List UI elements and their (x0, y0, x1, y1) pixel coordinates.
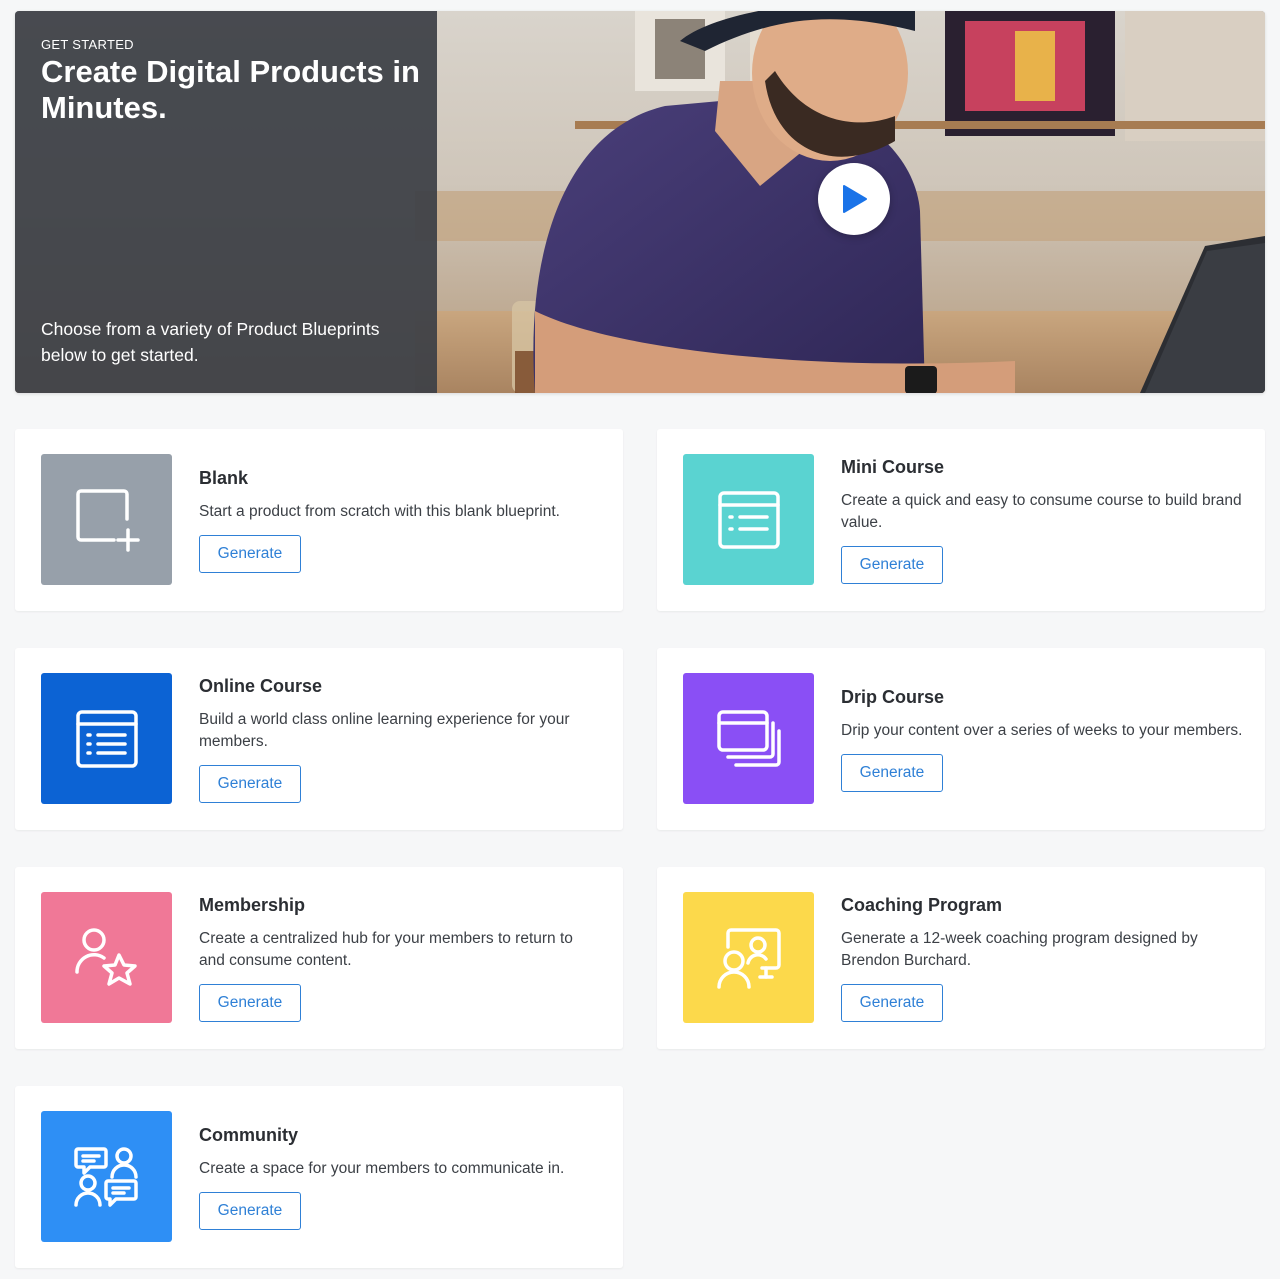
play-button[interactable] (818, 163, 890, 235)
card-description: Start a product from scratch with this b… (199, 503, 560, 520)
generate-button-drip-course[interactable]: Generate (841, 754, 943, 792)
blank-square-plus-icon (75, 488, 140, 552)
blueprint-icon-tile (683, 454, 814, 585)
blueprint-icon-tile (683, 892, 814, 1023)
card-title: Blank (199, 468, 249, 488)
card-body: Blank Start a product from scratch with … (199, 429, 603, 611)
generate-button-membership[interactable]: Generate (199, 984, 301, 1022)
generate-button-community[interactable]: Generate (199, 1192, 301, 1230)
card-body: Online Course Build a world class online… (199, 648, 603, 830)
hero-description: Choose from a variety of Product Bluepri… (41, 319, 380, 365)
stacked-windows-icon (716, 709, 781, 767)
blueprint-icon-tile (41, 1111, 172, 1242)
card-body: Mini Course Create a quick and easy to c… (841, 429, 1245, 611)
generate-button-blank[interactable]: Generate (199, 535, 301, 573)
card-body: Membership Create a centralized hub for … (199, 867, 603, 1049)
generate-button-coaching-program[interactable]: Generate (841, 984, 943, 1022)
card-description: Build a world class online learning expe… (199, 711, 570, 750)
blueprint-icon-tile (41, 454, 172, 585)
generate-button-online-course[interactable]: Generate (199, 765, 301, 803)
card-title: Online Course (199, 676, 323, 696)
card-description: Create a centralized hub for your member… (199, 930, 573, 969)
card-description: Create a quick and easy to consume cours… (841, 492, 1242, 531)
blueprint-card-community: Community Create a space for your member… (15, 1086, 623, 1268)
presenter-screen-icon (716, 927, 781, 989)
blueprint-card-coaching-program: Coaching Program Generate a 12-week coac… (657, 867, 1265, 1049)
card-title: Community (199, 1125, 298, 1145)
generate-button-mini-course[interactable]: Generate (841, 546, 943, 584)
card-description: Create a space for your members to commu… (199, 1160, 565, 1177)
blueprint-icon-tile (41, 673, 172, 804)
blueprint-card-mini-course: Mini Course Create a quick and easy to c… (657, 429, 1265, 611)
blueprint-icon-tile (683, 673, 814, 804)
users-chat-icon (73, 1146, 138, 1207)
card-body: Community Create a space for your member… (199, 1086, 603, 1268)
blueprint-card-drip-course: Drip Course Drip your content over a ser… (657, 648, 1265, 830)
card-description: Generate a 12-week coaching program desi… (841, 930, 1198, 969)
blueprint-card-blank: Blank Start a product from scratch with … (15, 429, 623, 611)
card-description: Drip your content over a series of weeks… (841, 722, 1243, 739)
blueprint-card-online-course: Online Course Build a world class online… (15, 648, 623, 830)
blueprint-card-membership: Membership Create a centralized hub for … (15, 867, 623, 1049)
hero-text-panel: GET STARTED Create Digital Products in M… (15, 11, 437, 393)
list-window-icon (717, 490, 780, 549)
play-icon (843, 185, 867, 213)
card-body: Drip Course Drip your content over a ser… (841, 648, 1245, 830)
blueprint-icon-tile (41, 892, 172, 1023)
card-body: Coaching Program Generate a 12-week coac… (841, 867, 1245, 1049)
hero-title: Create Digital Products in Minutes. (41, 54, 420, 125)
hero-banner: GET STARTED Create Digital Products in M… (15, 11, 1265, 393)
card-title: Membership (199, 895, 306, 915)
list-window-icon (75, 709, 138, 768)
card-title: Mini Course (841, 457, 945, 477)
user-star-icon (74, 927, 137, 986)
card-title: Coaching Program (841, 895, 1003, 915)
hero-eyebrow: GET STARTED (41, 37, 134, 52)
card-title: Drip Course (841, 687, 945, 707)
